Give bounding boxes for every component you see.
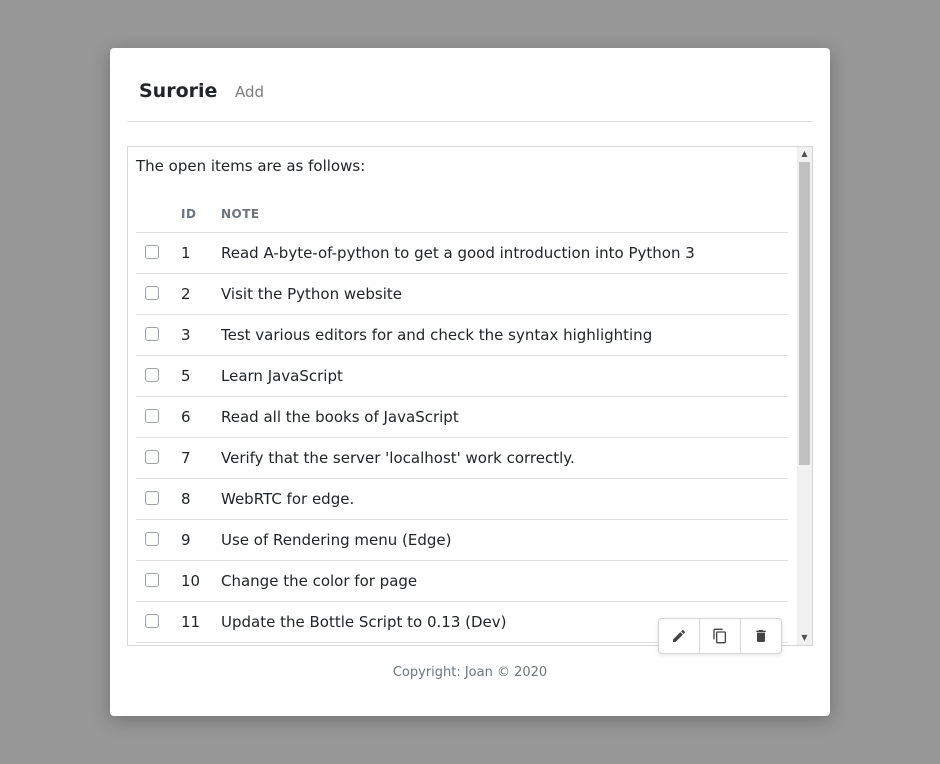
row-checkbox[interactable] xyxy=(145,450,159,464)
row-id: 1 xyxy=(181,244,191,262)
row-note: WebRTC for edge. xyxy=(221,490,355,508)
brand-link[interactable]: Surorie xyxy=(139,80,217,102)
row-id: 2 xyxy=(181,285,191,303)
row-id: 5 xyxy=(181,367,191,385)
scroll-up-arrow-icon[interactable]: ▲ xyxy=(797,147,812,161)
row-id: 9 xyxy=(181,531,191,549)
items-panel: The open items are as follows: ID NOTE 1… xyxy=(127,146,813,646)
row-checkbox[interactable] xyxy=(145,573,159,587)
row-checkbox[interactable] xyxy=(145,614,159,628)
row-checkbox[interactable] xyxy=(145,409,159,423)
row-id: 3 xyxy=(181,326,191,344)
row-note: Verify that the server 'localhost' work … xyxy=(221,449,575,467)
row-note: Update the Bottle Script to 0.13 (Dev) xyxy=(221,613,507,631)
main-card: Surorie Add The open items are as follow… xyxy=(110,48,830,716)
items-table: ID NOTE 1 Read A-byte-of-python to get a… xyxy=(136,197,788,643)
table-row: 6 Read all the books of JavaScript xyxy=(136,397,788,438)
row-checkbox[interactable] xyxy=(145,286,159,300)
scroll-down-arrow-icon[interactable]: ▼ xyxy=(797,631,812,645)
copy-icon xyxy=(713,628,726,644)
table-row: 2 Visit the Python website xyxy=(136,274,788,315)
table-row: 5 Learn JavaScript xyxy=(136,356,788,397)
table-row: 1 Read A-byte-of-python to get a good in… xyxy=(136,233,788,274)
pencil-icon xyxy=(673,629,686,642)
row-checkbox[interactable] xyxy=(145,368,159,382)
row-note: Read all the books of JavaScript xyxy=(221,408,459,426)
table-row: 9 Use of Rendering menu (Edge) xyxy=(136,520,788,561)
row-id: 6 xyxy=(181,408,191,426)
copy-button[interactable] xyxy=(700,619,741,653)
column-header-id: ID xyxy=(181,207,197,221)
navbar: Surorie Add xyxy=(127,48,813,122)
row-action-toolbar xyxy=(658,618,782,654)
intro-text: The open items are as follows: xyxy=(136,157,366,175)
table-header: ID NOTE xyxy=(136,197,788,233)
table-row: 10 Change the color for page xyxy=(136,561,788,602)
row-note: Change the color for page xyxy=(221,572,418,590)
table-row: 3 Test various editors for and check the… xyxy=(136,315,788,356)
add-link[interactable]: Add xyxy=(235,83,264,101)
row-note: Read A-byte-of-python to get a good intr… xyxy=(221,244,695,262)
row-checkbox[interactable] xyxy=(145,245,159,259)
table-row: 8 WebRTC for edge. xyxy=(136,479,788,520)
row-id: 8 xyxy=(181,490,191,508)
row-note: Test various editors for and check the s… xyxy=(221,326,653,344)
footer-copyright: Copyright: Joan © 2020 xyxy=(392,665,548,680)
row-id: 7 xyxy=(181,449,191,467)
vertical-scrollbar[interactable]: ▲ ▼ xyxy=(797,147,812,645)
row-note: Learn JavaScript xyxy=(221,367,343,385)
row-checkbox[interactable] xyxy=(145,532,159,546)
edit-button[interactable] xyxy=(659,619,700,653)
column-header-note: NOTE xyxy=(221,207,260,221)
row-checkbox[interactable] xyxy=(145,327,159,341)
scroll-thumb[interactable] xyxy=(799,162,810,465)
row-note: Visit the Python website xyxy=(221,285,402,303)
row-id: 10 xyxy=(181,572,201,590)
delete-button[interactable] xyxy=(741,619,781,653)
row-id: 11 xyxy=(181,613,201,631)
table-row: 7 Verify that the server 'localhost' wor… xyxy=(136,438,788,479)
trash-icon xyxy=(756,630,766,642)
row-checkbox[interactable] xyxy=(145,491,159,505)
row-note: Use of Rendering menu (Edge) xyxy=(221,531,452,549)
